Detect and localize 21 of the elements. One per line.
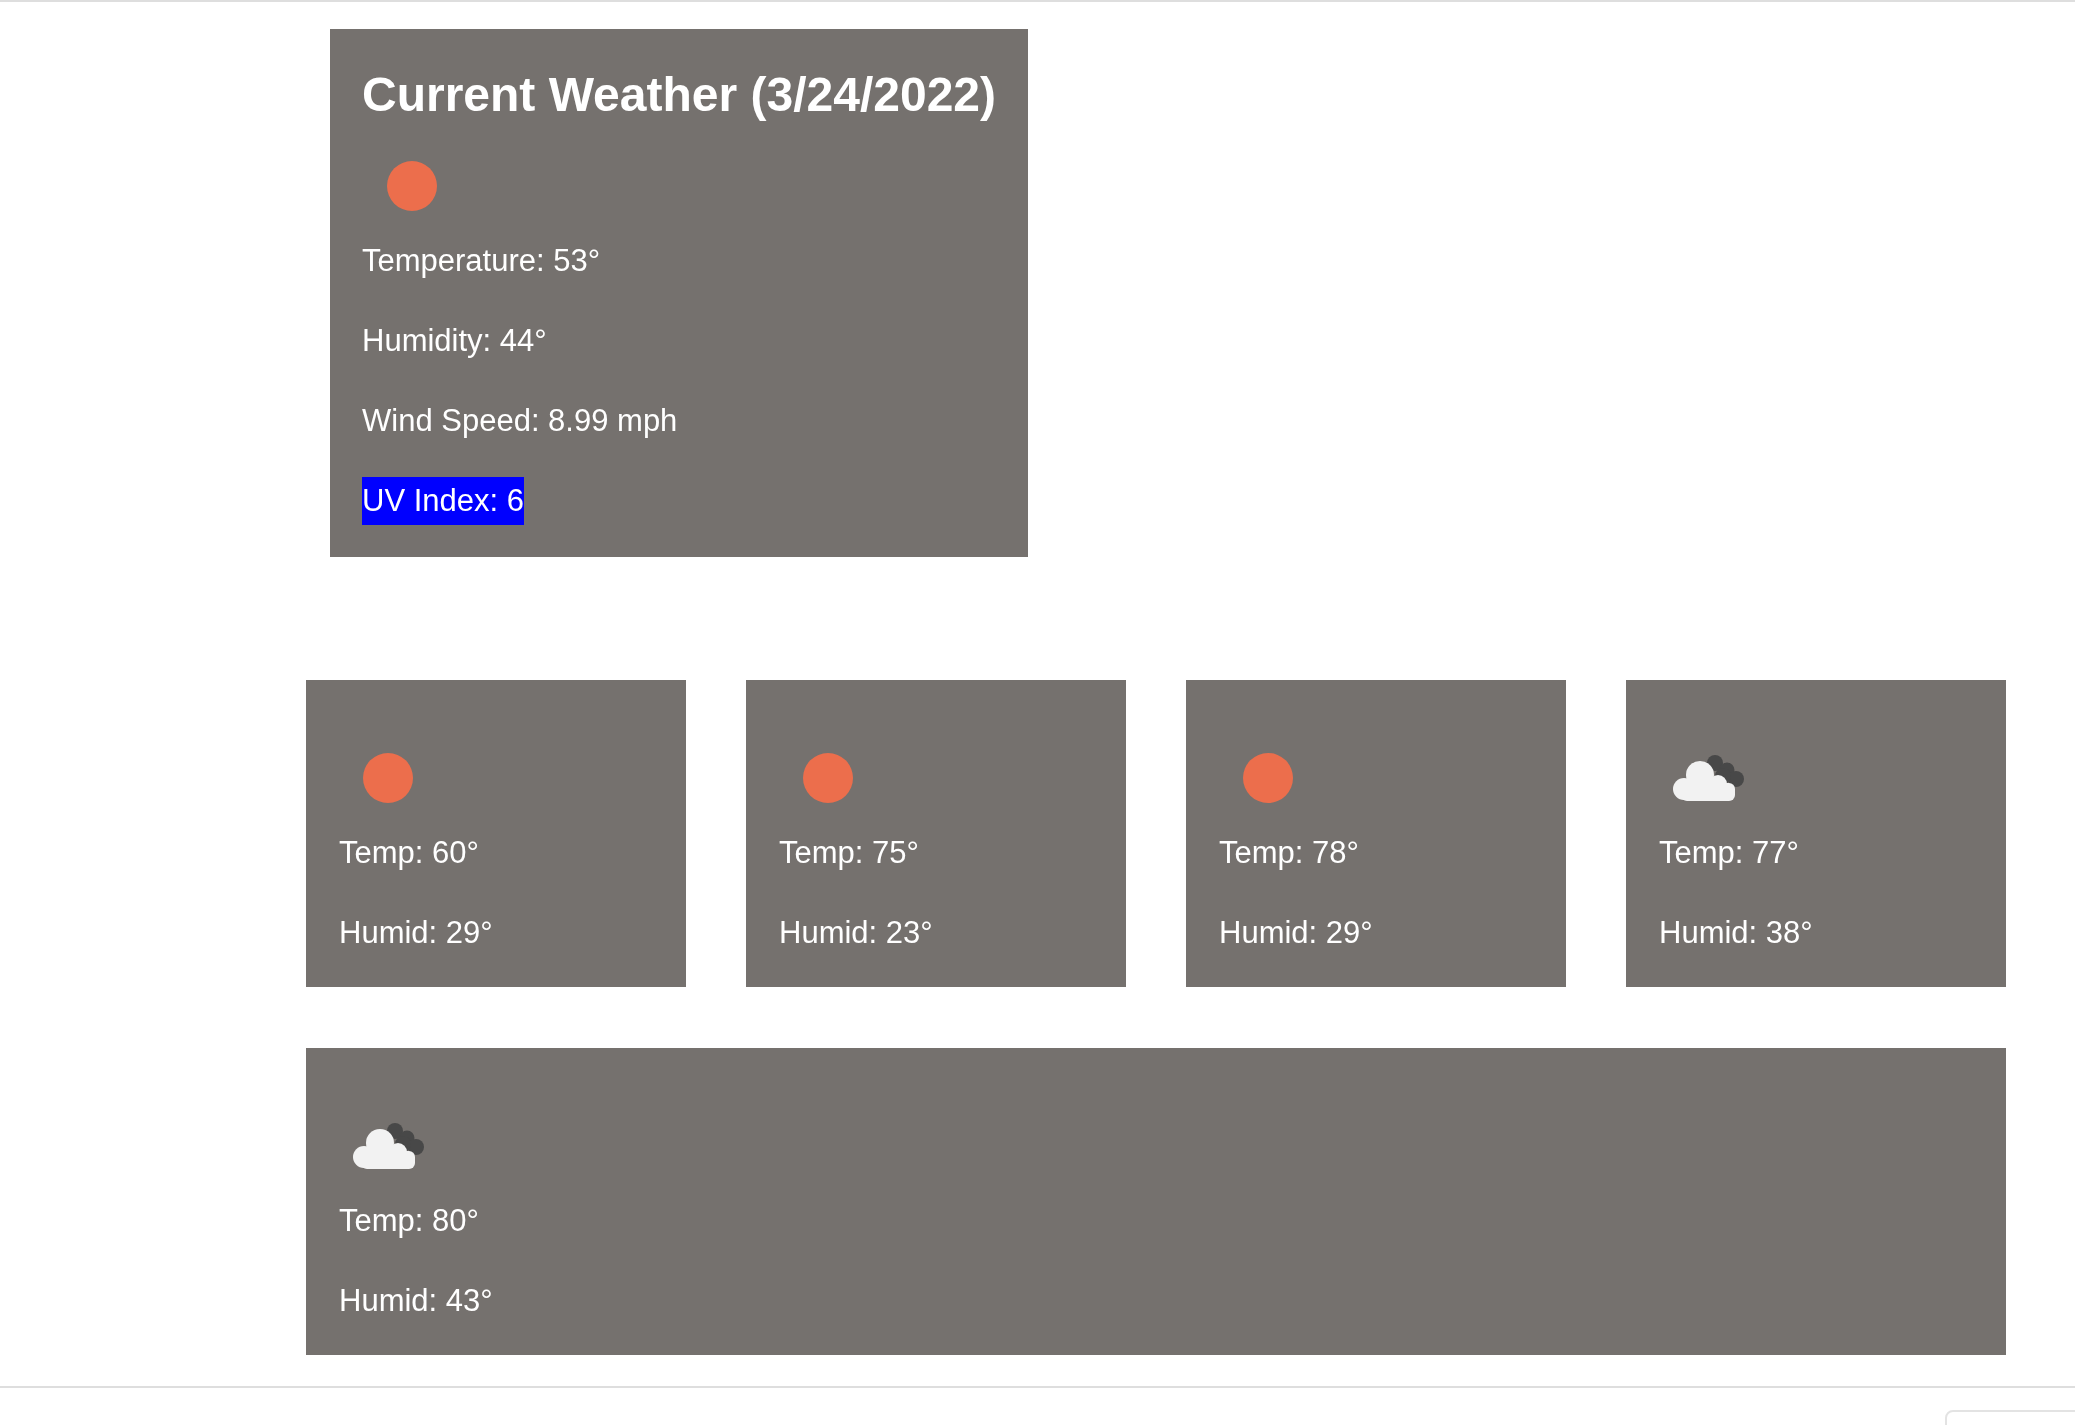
temperature-text: Temp: 77°	[1659, 833, 1799, 872]
humidity-text: Humid: 23°	[779, 913, 933, 952]
humidity-text: Humid: 38°	[1659, 913, 1813, 952]
humidity-text: Humidity: 44°	[362, 321, 547, 360]
humidity-text: Humid: 29°	[339, 913, 493, 952]
sun-icon	[1243, 752, 1293, 803]
wind-speed-text: Wind Speed: 8.99 mph	[362, 401, 678, 440]
cloud-icon	[353, 1122, 425, 1169]
temperature-text: Temperature: 53°	[362, 241, 601, 280]
temperature-text: Temp: 75°	[779, 833, 919, 872]
sun-icon	[803, 752, 853, 803]
card-title: Current Weather (3/24/2022)	[362, 67, 997, 123]
temperature-text: Temp: 80°	[339, 1201, 479, 1240]
sun-icon	[363, 752, 413, 803]
temperature-text: Temp: 78°	[1219, 833, 1359, 872]
humidity-text: Humid: 43°	[339, 1281, 493, 1320]
cloud-icon	[1673, 754, 1745, 801]
uv-index-label: UV Index: 6	[362, 476, 524, 525]
humidity-text: Humid: 29°	[1219, 913, 1373, 952]
sun-icon	[387, 160, 437, 211]
temperature-text: Temp: 60°	[339, 833, 479, 872]
